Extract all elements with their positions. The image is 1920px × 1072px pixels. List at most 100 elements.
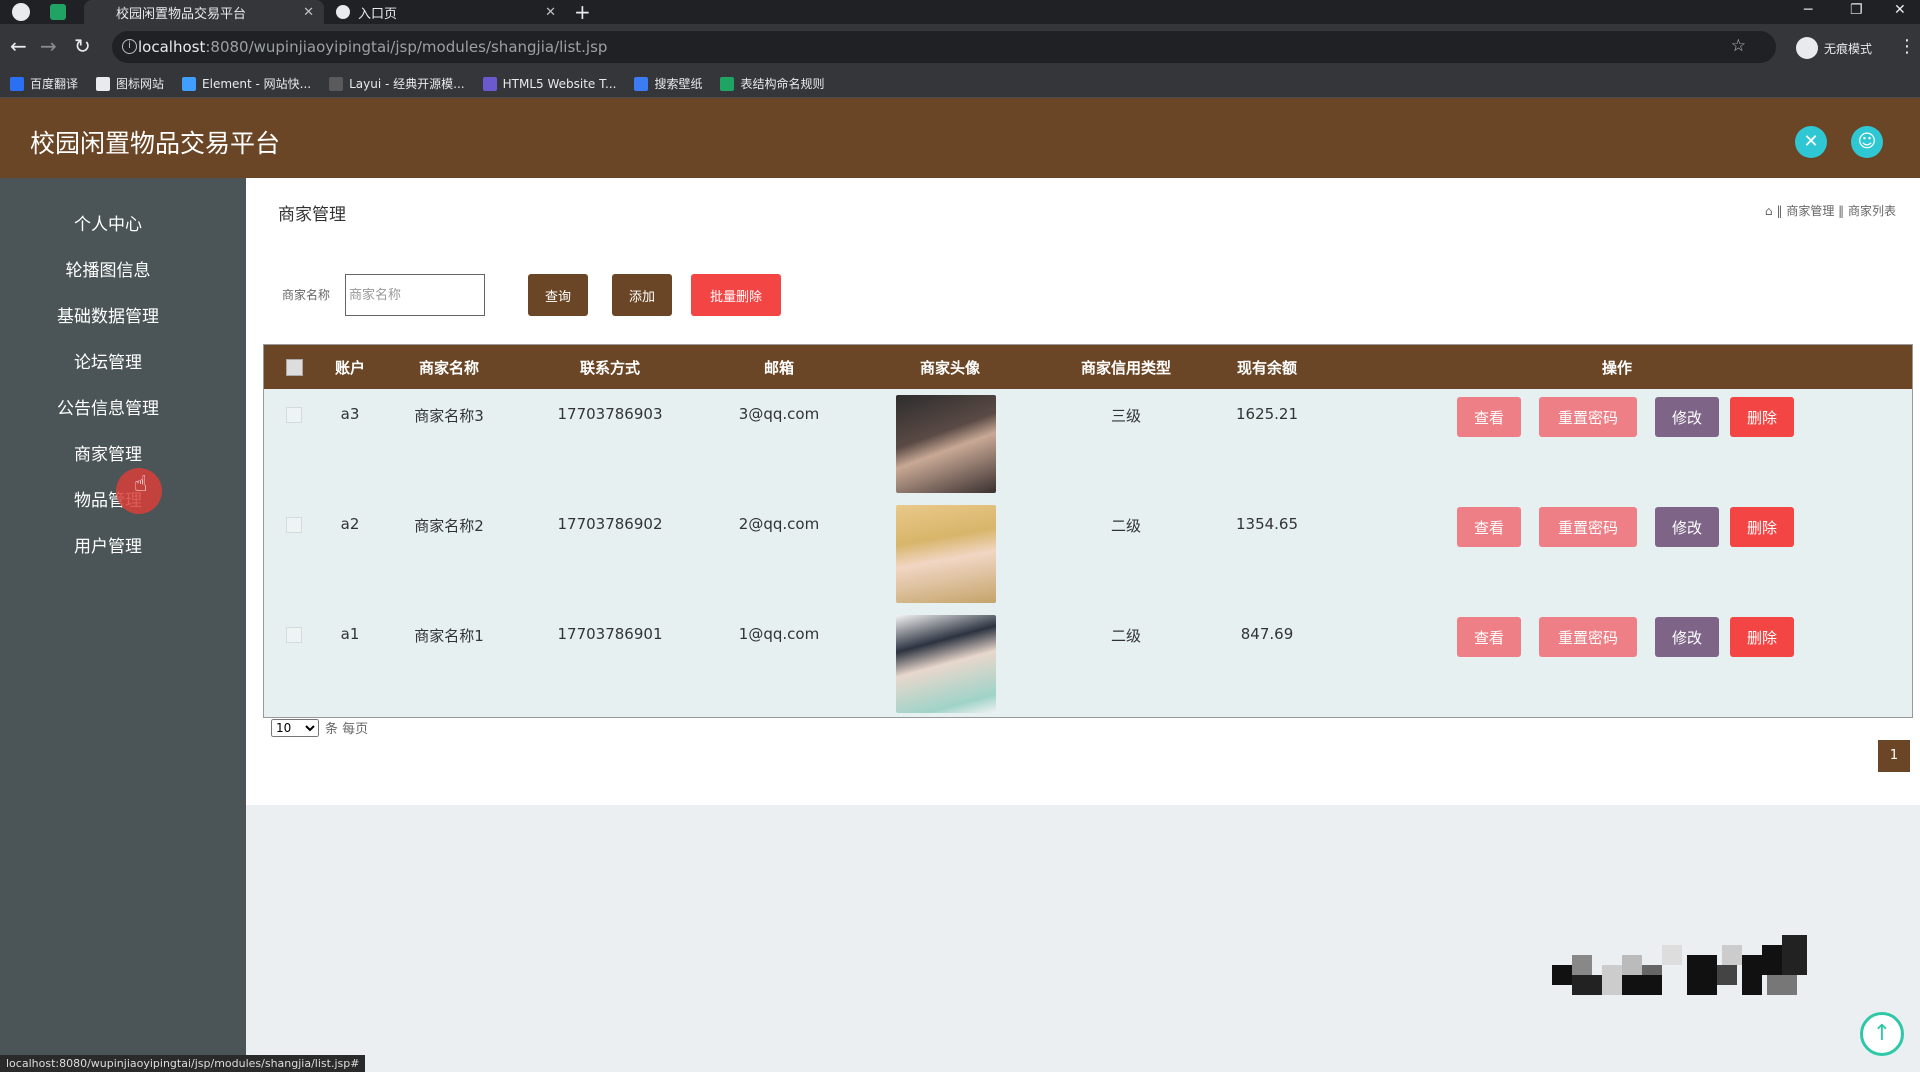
bookmark-item[interactable]: HTML5 Website T... (482, 76, 616, 91)
sidebar-item-basic-data[interactable]: 基础数据管理 (0, 302, 216, 327)
row-checkbox[interactable] (286, 407, 302, 423)
header-avatar: 商家头像 (919, 359, 981, 377)
wallpaper-icon (634, 76, 649, 91)
header-email: 邮箱 (763, 359, 795, 377)
translate-icon (10, 76, 24, 91)
sidebar-item-merchant[interactable]: 商家管理 (0, 440, 216, 465)
tab-title: 入口页 (358, 6, 398, 22)
new-tab-icon[interactable]: + (574, 0, 591, 24)
back-to-top-icon[interactable]: ↑ (1860, 1012, 1904, 1056)
sidebar-item-goods[interactable]: 物品管理 (0, 486, 216, 511)
header-merchant-name: 商家名称 (418, 359, 480, 377)
edit-button[interactable]: 修改 (1655, 397, 1719, 437)
edit-button[interactable]: 修改 (1655, 507, 1719, 547)
html5-icon (482, 76, 497, 91)
page-button-current[interactable]: 1 (1878, 740, 1910, 772)
merchant-name-input[interactable] (345, 274, 485, 316)
delete-button[interactable]: 删除 (1730, 507, 1794, 547)
close-icon[interactable]: ✕ (545, 5, 556, 20)
bookmark-item[interactable]: 图标网站 (96, 75, 164, 92)
reload-icon[interactable]: ↻ (74, 34, 91, 58)
flag-icon (96, 76, 111, 91)
add-button[interactable]: 添加 (612, 274, 672, 316)
app-header: 校园闲置物品交易平台 ✕ ☺ (0, 98, 1920, 178)
incognito-indicator[interactable]: 无痕模式 (1796, 37, 1872, 59)
row-checkbox[interactable] (286, 517, 302, 533)
sidebar-item-notice[interactable]: 公告信息管理 (0, 394, 216, 419)
search-label: 商家名称 (282, 288, 331, 302)
sidebar-item-carousel[interactable]: 轮播图信息 (0, 256, 216, 281)
view-button[interactable]: 查看 (1457, 617, 1521, 657)
fullscreen-toggle-icon[interactable]: ✕ (1795, 126, 1827, 158)
page-size-suffix: 条 每页 (325, 722, 369, 737)
row-checkbox[interactable] (286, 627, 302, 643)
edit-button[interactable]: 修改 (1655, 617, 1719, 657)
bookmark-label: 表结构命名规则 (740, 77, 825, 91)
cell-account: a2 (340, 515, 360, 533)
sidebar-item-forum[interactable]: 论坛管理 (0, 348, 216, 373)
sheet-icon (720, 76, 735, 91)
page-size-select[interactable]: 10 (271, 718, 319, 737)
cell-email: 3@qq.com (738, 405, 820, 423)
breadcrumb: ⌂ ‖ 商家管理 ‖ 商家列表 (1765, 202, 1896, 219)
bookmark-item[interactable]: 百度翻译 (10, 75, 78, 92)
sidebar: 个人中心 轮播图信息 基础数据管理 论坛管理 公告信息管理 商家管理 物品管理 … (0, 178, 246, 1072)
green-app-icon[interactable] (50, 4, 66, 20)
view-button[interactable]: 查看 (1457, 397, 1521, 437)
incognito-label: 无痕模式 (1824, 41, 1873, 56)
cell-account: a1 (340, 625, 360, 643)
bookmark-item[interactable]: Element - 网站快... (182, 75, 311, 92)
address-bar-row: ← → ↻ i localhost:8080/wupinjiaoyipingta… (0, 24, 1920, 70)
main-content: 商家管理 ⌂‖ 商家管理 ‖ 商家列表 商家名称 查询 添加 批量删除 账户 商… (246, 178, 1920, 805)
table-row: a3 商家名称3 17703786903 3@qq.com 三级 1625.21… (264, 389, 1912, 499)
close-icon[interactable]: ✕ (303, 5, 314, 20)
cell-phone: 17703786902 (557, 515, 663, 533)
cell-credit-type: 三级 (1110, 407, 1142, 425)
sidebar-item-personal-center[interactable]: 个人中心 (0, 210, 216, 235)
chrome-icon[interactable] (12, 3, 30, 21)
url-field[interactable]: i localhost:8080/wupinjiaoyipingtai/jsp/… (112, 31, 1776, 63)
info-icon[interactable]: i (122, 39, 137, 54)
browser-tab-bar: 校园闲置物品交易平台 ✕ 入口页 ✕ + ─ ❐ ✕ (0, 0, 1920, 24)
bookmark-item[interactable]: 表结构命名规则 (720, 75, 824, 92)
forward-icon[interactable]: → (40, 34, 57, 58)
header-balance: 现有余额 (1236, 359, 1298, 377)
bookmark-item[interactable]: Layui - 经典开源模... (329, 75, 465, 92)
table-row: a2 商家名称2 17703786902 2@qq.com 二级 1354.65… (264, 499, 1912, 609)
batch-delete-button[interactable]: 批量删除 (691, 274, 781, 316)
delete-button[interactable]: 删除 (1730, 397, 1794, 437)
back-icon[interactable]: ← (10, 34, 27, 58)
page-title: 商家管理 (278, 205, 346, 225)
reset-password-button[interactable]: 重置密码 (1539, 617, 1637, 657)
delete-button[interactable]: 删除 (1730, 617, 1794, 657)
view-button[interactable]: 查看 (1457, 507, 1521, 547)
tab-inactive[interactable]: 入口页 ✕ (326, 0, 566, 24)
tab-favicon (96, 6, 108, 18)
url-text: localhost:8080/wupinjiaoyipingtai/jsp/mo… (138, 38, 607, 56)
cell-email: 1@qq.com (738, 625, 820, 643)
hand-cursor-icon: ☝ (134, 472, 148, 497)
restore-icon[interactable]: ❐ (1850, 0, 1863, 20)
element-icon (182, 76, 197, 91)
home-icon[interactable]: ⌂ (1765, 204, 1773, 218)
merchant-avatar-image (896, 615, 996, 713)
user-avatar-icon[interactable]: ☺ (1851, 126, 1883, 158)
minimize-icon[interactable]: ─ (1804, 0, 1812, 20)
select-all-checkbox[interactable] (286, 359, 303, 376)
cell-merchant-name: 商家名称3 (414, 407, 484, 425)
tab-active[interactable]: 校园闲置物品交易平台 ✕ (84, 0, 324, 24)
cell-account: a3 (340, 405, 360, 423)
reset-password-button[interactable]: 重置密码 (1539, 507, 1637, 547)
bookmark-item[interactable]: 搜索壁纸 (634, 75, 702, 92)
query-button[interactable]: 查询 (528, 274, 588, 316)
sidebar-item-users[interactable]: 用户管理 (0, 532, 216, 557)
cell-balance: 847.69 (1240, 625, 1294, 643)
star-icon[interactable]: ☆ (1731, 36, 1746, 56)
reset-password-button[interactable]: 重置密码 (1539, 397, 1637, 437)
tab-title: 校园闲置物品交易平台 (116, 6, 247, 22)
more-menu-icon[interactable]: ⋮ (1898, 36, 1916, 57)
cell-merchant-name: 商家名称1 (414, 627, 484, 645)
header-actions: 操作 (1601, 359, 1633, 377)
close-window-icon[interactable]: ✕ (1894, 0, 1906, 20)
bookmark-label: 搜索壁纸 (654, 77, 703, 91)
